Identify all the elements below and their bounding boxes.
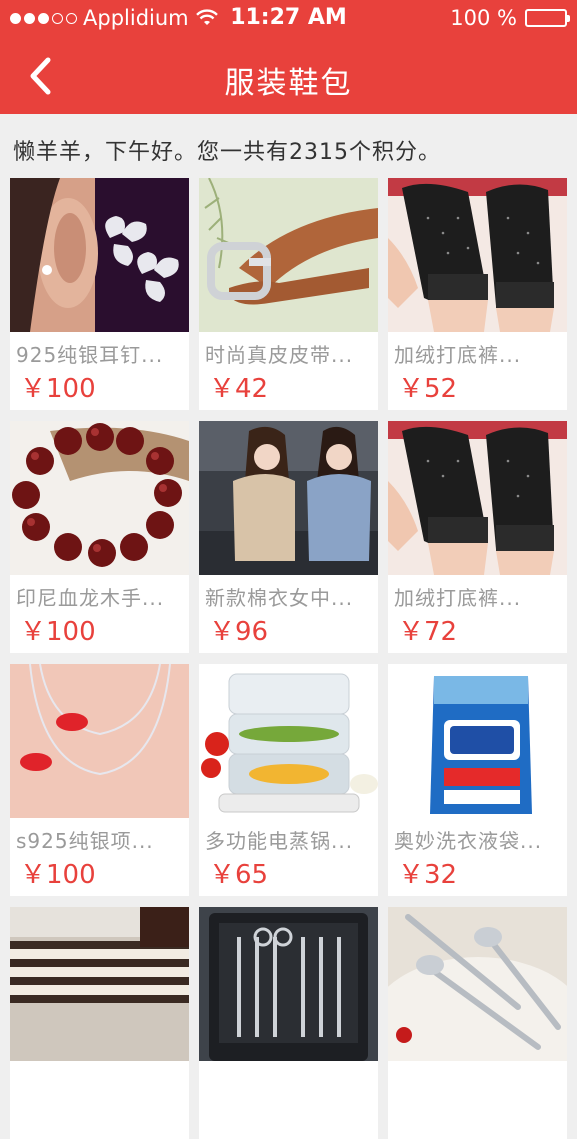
product-image-bedding	[10, 907, 189, 1061]
product-image-bracelet	[10, 421, 189, 575]
product-image-leggings	[388, 421, 567, 575]
nav-bar: 服装鞋包	[0, 36, 577, 114]
status-bar: Applidium 11:27 AM 100 %	[0, 0, 577, 36]
battery-percent: 100 %	[450, 6, 517, 30]
product-image-belt	[199, 178, 378, 332]
product-name: s925纯银项...	[16, 829, 154, 853]
product-image-steamer	[199, 664, 378, 818]
product-name: 多功能电蒸锅...	[205, 829, 354, 853]
product-price: ￥100	[20, 860, 96, 890]
battery-icon	[525, 9, 570, 27]
product-card[interactable]: 925纯银耳钉... ￥100	[10, 178, 189, 410]
product-name: 时尚真皮皮带...	[205, 343, 354, 367]
product-card[interactable]: s925纯银项... ￥100	[10, 664, 189, 896]
product-image-leggings	[388, 178, 567, 332]
product-image-necklace	[10, 664, 189, 818]
product-name: 印尼血龙木手...	[16, 586, 165, 610]
product-image-detergent	[388, 664, 567, 818]
product-name: 加绒打底裤...	[394, 343, 522, 367]
product-price: ￥100	[20, 374, 96, 404]
product-card[interactable]	[199, 907, 378, 1139]
product-name: 新款棉衣女中...	[205, 586, 354, 610]
product-card[interactable]: 时尚真皮皮带... ￥42	[199, 178, 378, 410]
product-image-cutlery	[388, 907, 567, 1061]
product-card[interactable]: 多功能电蒸锅... ￥65	[199, 664, 378, 896]
product-image-manicure-set	[199, 907, 378, 1061]
product-image-coat	[199, 421, 378, 575]
product-card[interactable]	[388, 907, 567, 1139]
product-price: ￥42	[209, 374, 269, 404]
product-card[interactable]	[10, 907, 189, 1139]
product-price: ￥100	[20, 617, 96, 647]
product-card[interactable]: 加绒打底裤... ￥72	[388, 421, 567, 653]
product-card[interactable]: 加绒打底裤... ￥52	[388, 178, 567, 410]
product-price: ￥65	[209, 860, 269, 890]
product-card[interactable]: 奥妙洗衣液袋... ￥32	[388, 664, 567, 896]
product-name: 加绒打底裤...	[394, 586, 522, 610]
product-price: ￥96	[209, 617, 269, 647]
app-header: Applidium 11:27 AM 100 % 服装鞋包	[0, 0, 577, 114]
product-price: ￥32	[398, 860, 458, 890]
product-name: 奥妙洗衣液袋...	[394, 829, 543, 853]
product-name: 925纯银耳钉...	[16, 343, 164, 367]
battery-group: 100 %	[450, 6, 570, 30]
product-card[interactable]: 印尼血龙木手... ￥100	[10, 421, 189, 653]
product-card[interactable]: 新款棉衣女中... ￥96	[199, 421, 378, 653]
product-price: ￥72	[398, 617, 458, 647]
product-price: ￥52	[398, 374, 458, 404]
page-title: 服装鞋包	[224, 66, 353, 101]
points-greeting: 懒羊羊，下午好。您一共有2315个积分。	[13, 140, 441, 165]
product-image-earrings	[10, 178, 189, 332]
